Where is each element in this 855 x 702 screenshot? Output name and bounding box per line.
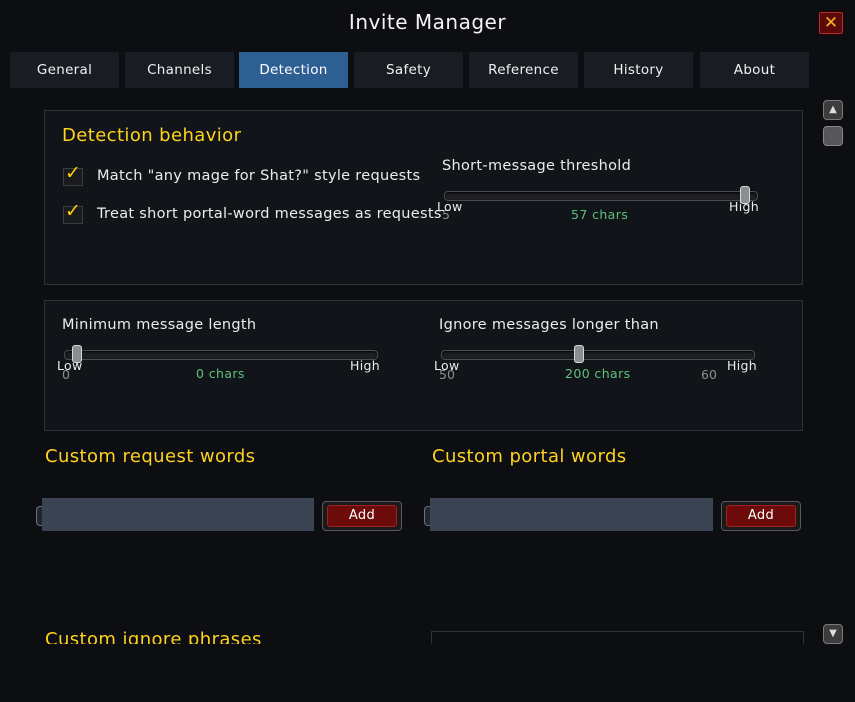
close-button[interactable]: ✕ <box>818 11 844 35</box>
tab-detection[interactable]: Detection <box>239 52 348 88</box>
content-clip <box>0 644 855 702</box>
short-threshold-value: 57 chars <box>571 207 629 222</box>
window-title: Invite Manager <box>348 10 507 34</box>
tab-reference[interactable]: Reference <box>469 52 578 88</box>
min-length-high: High <box>350 358 380 373</box>
custom-portal-heading: Custom portal words <box>432 446 627 467</box>
short-threshold-slider[interactable] <box>444 186 758 204</box>
ignore-longer-slider[interactable] <box>441 345 755 363</box>
detection-panel: Detection behavior ✓ Match "any mage for… <box>44 110 803 285</box>
add-button-label: Add <box>327 505 397 527</box>
close-icon: ✕ <box>823 13 839 33</box>
detection-title: Detection behavior <box>62 125 242 146</box>
short-threshold-high: High <box>729 199 759 214</box>
treat-short-label: Treat short portal-word messages as requ… <box>97 206 442 222</box>
tab-history[interactable]: History <box>584 52 693 88</box>
tab-safety[interactable]: Safety <box>354 52 463 88</box>
min-length-low: Low <box>57 358 83 373</box>
checkmark-icon: ✓ <box>65 200 81 222</box>
checkmark-icon: ✓ <box>65 162 81 184</box>
ignore-longer-high: High <box>727 358 757 373</box>
min-length-slider[interactable] <box>64 345 378 363</box>
scroll-down-button[interactable]: ▼ <box>823 624 843 644</box>
scrollbar-thumb[interactable] <box>823 126 843 146</box>
custom-portal-add-button[interactable]: Add <box>721 501 801 531</box>
add-button-label: Add <box>726 505 796 527</box>
arrow-up-icon: ▲ <box>829 104 837 115</box>
custom-request-input[interactable] <box>42 498 314 531</box>
custom-request-heading: Custom request words <box>45 446 256 467</box>
match-style-checkbox[interactable]: ✓ <box>63 162 83 186</box>
ignore-longer-value: 200 chars <box>565 366 631 381</box>
custom-portal-input-wrap <box>424 498 713 531</box>
match-style-label: Match "any mage for Shat?" style request… <box>97 168 421 184</box>
arrow-down-icon: ▼ <box>829 628 837 639</box>
min-length-label: Minimum message length <box>62 317 257 333</box>
custom-request-add-button[interactable]: Add <box>322 501 402 531</box>
custom-request-input-wrap <box>36 498 314 531</box>
tab-general[interactable]: General <box>10 52 119 88</box>
tab-channels[interactable]: Channels <box>125 52 234 88</box>
short-threshold-low: Low <box>437 199 463 214</box>
slider-thumb[interactable] <box>574 345 584 363</box>
length-panel: Minimum message length 0 Low High 0 char… <box>44 300 803 431</box>
tab-about[interactable]: About <box>700 52 809 88</box>
treat-short-checkbox[interactable]: ✓ <box>63 200 83 224</box>
scroll-up-button[interactable]: ▲ <box>823 100 843 120</box>
custom-portal-input[interactable] <box>430 498 713 531</box>
min-length-value: 0 chars <box>196 366 245 381</box>
ignore-longer-max: 60 <box>701 367 717 382</box>
ignore-longer-label: Ignore messages longer than <box>439 317 659 333</box>
short-threshold-label: Short-message threshold <box>442 158 632 174</box>
ignore-longer-low: Low <box>434 358 460 373</box>
